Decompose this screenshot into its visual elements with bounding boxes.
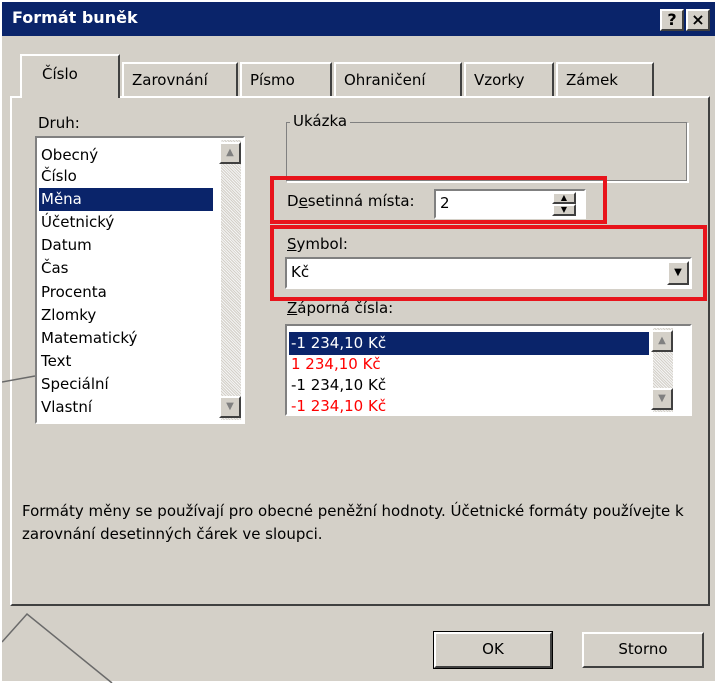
callout-lines xyxy=(2,375,113,683)
format-cells-dialog: Formát buněk ? × Číslo Zarovnání Písmo O… xyxy=(0,0,715,683)
